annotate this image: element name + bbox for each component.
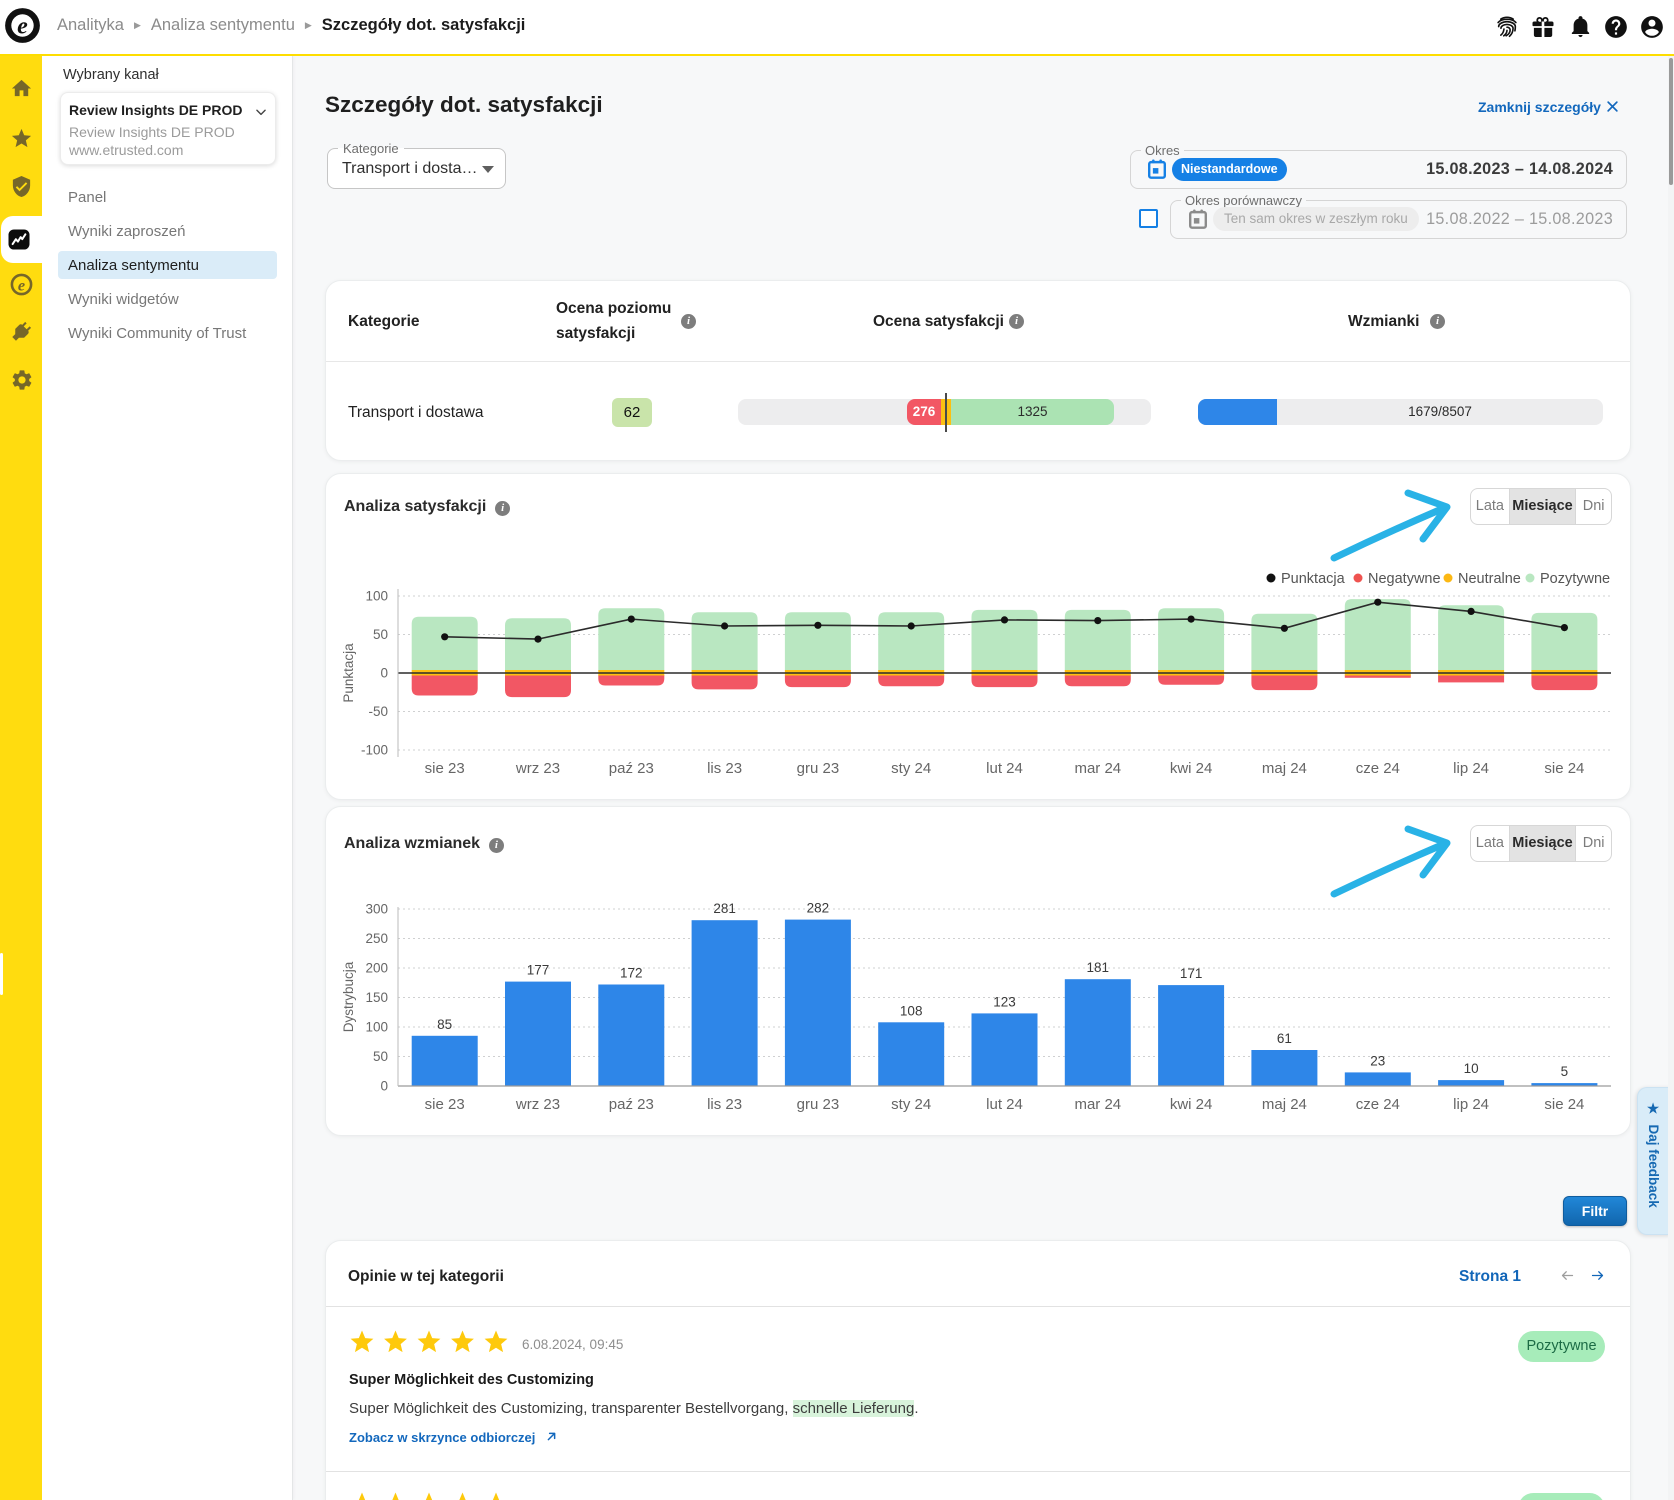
svg-text:171: 171 [1180,966,1203,981]
svg-text:100: 100 [365,1020,388,1035]
svg-text:sie 23: sie 23 [425,1096,465,1113]
svg-text:Neutralne: Neutralne [1458,571,1521,587]
svg-text:181: 181 [1087,960,1110,975]
svg-text:Pozytywne: Pozytywne [1540,571,1610,587]
svg-text:kwi 24: kwi 24 [1170,1096,1213,1113]
svg-text:kwi 24: kwi 24 [1170,760,1213,777]
svg-text:50: 50 [373,1049,388,1064]
svg-text:lis 23: lis 23 [707,760,742,777]
svg-text:e: e [17,14,28,40]
svg-text:paź 23: paź 23 [609,1096,654,1113]
svg-text:gru 23: gru 23 [797,1096,840,1113]
svg-text:maj 24: maj 24 [1262,760,1307,777]
svg-text:Punktacja: Punktacja [1281,571,1346,587]
svg-text:-50: -50 [368,704,388,719]
svg-text:Punktacja: Punktacja [341,643,356,703]
svg-text:sie 23: sie 23 [425,760,465,777]
svg-text:sty 24: sty 24 [891,1096,931,1113]
svg-text:281: 281 [713,901,736,916]
svg-text:paź 23: paź 23 [609,760,654,777]
svg-text:100: 100 [365,589,388,604]
svg-text:300: 300 [365,902,388,917]
svg-text:50: 50 [373,627,388,642]
svg-text:cze 24: cze 24 [1356,760,1400,777]
svg-text:85: 85 [437,1017,452,1032]
svg-text:0: 0 [380,666,388,681]
svg-text:177: 177 [527,963,550,978]
svg-text:250: 250 [365,931,388,946]
svg-text:0: 0 [380,1079,388,1094]
svg-text:10: 10 [1464,1061,1479,1076]
svg-text:282: 282 [807,901,830,916]
svg-text:mar 24: mar 24 [1074,1096,1121,1113]
svg-text:-100: -100 [361,743,388,758]
svg-text:wrz 23: wrz 23 [515,760,560,777]
svg-text:cze 24: cze 24 [1356,1096,1400,1113]
svg-text:lut 24: lut 24 [986,760,1023,777]
svg-text:sie 24: sie 24 [1544,760,1584,777]
svg-text:gru 23: gru 23 [797,760,840,777]
svg-text:lis 23: lis 23 [707,1096,742,1113]
svg-text:172: 172 [620,966,643,981]
svg-text:61: 61 [1277,1031,1292,1046]
svg-text:200: 200 [365,961,388,976]
svg-text:108: 108 [900,1003,923,1018]
svg-text:mar 24: mar 24 [1074,760,1121,777]
svg-text:maj 24: maj 24 [1262,1096,1307,1113]
svg-text:5: 5 [1561,1064,1569,1079]
svg-text:wrz 23: wrz 23 [515,1096,560,1113]
svg-text:lip 24: lip 24 [1453,760,1489,777]
svg-text:e: e [18,275,25,294]
svg-text:Dystrybucja: Dystrybucja [341,961,356,1032]
svg-text:lut 24: lut 24 [986,1096,1023,1113]
svg-text:sie 24: sie 24 [1544,1096,1584,1113]
svg-text:lip 24: lip 24 [1453,1096,1489,1113]
svg-text:Negatywne: Negatywne [1368,571,1441,587]
svg-text:23: 23 [1370,1053,1385,1068]
svg-text:150: 150 [365,990,388,1005]
svg-text:sty 24: sty 24 [891,760,931,777]
svg-text:123: 123 [993,994,1016,1009]
